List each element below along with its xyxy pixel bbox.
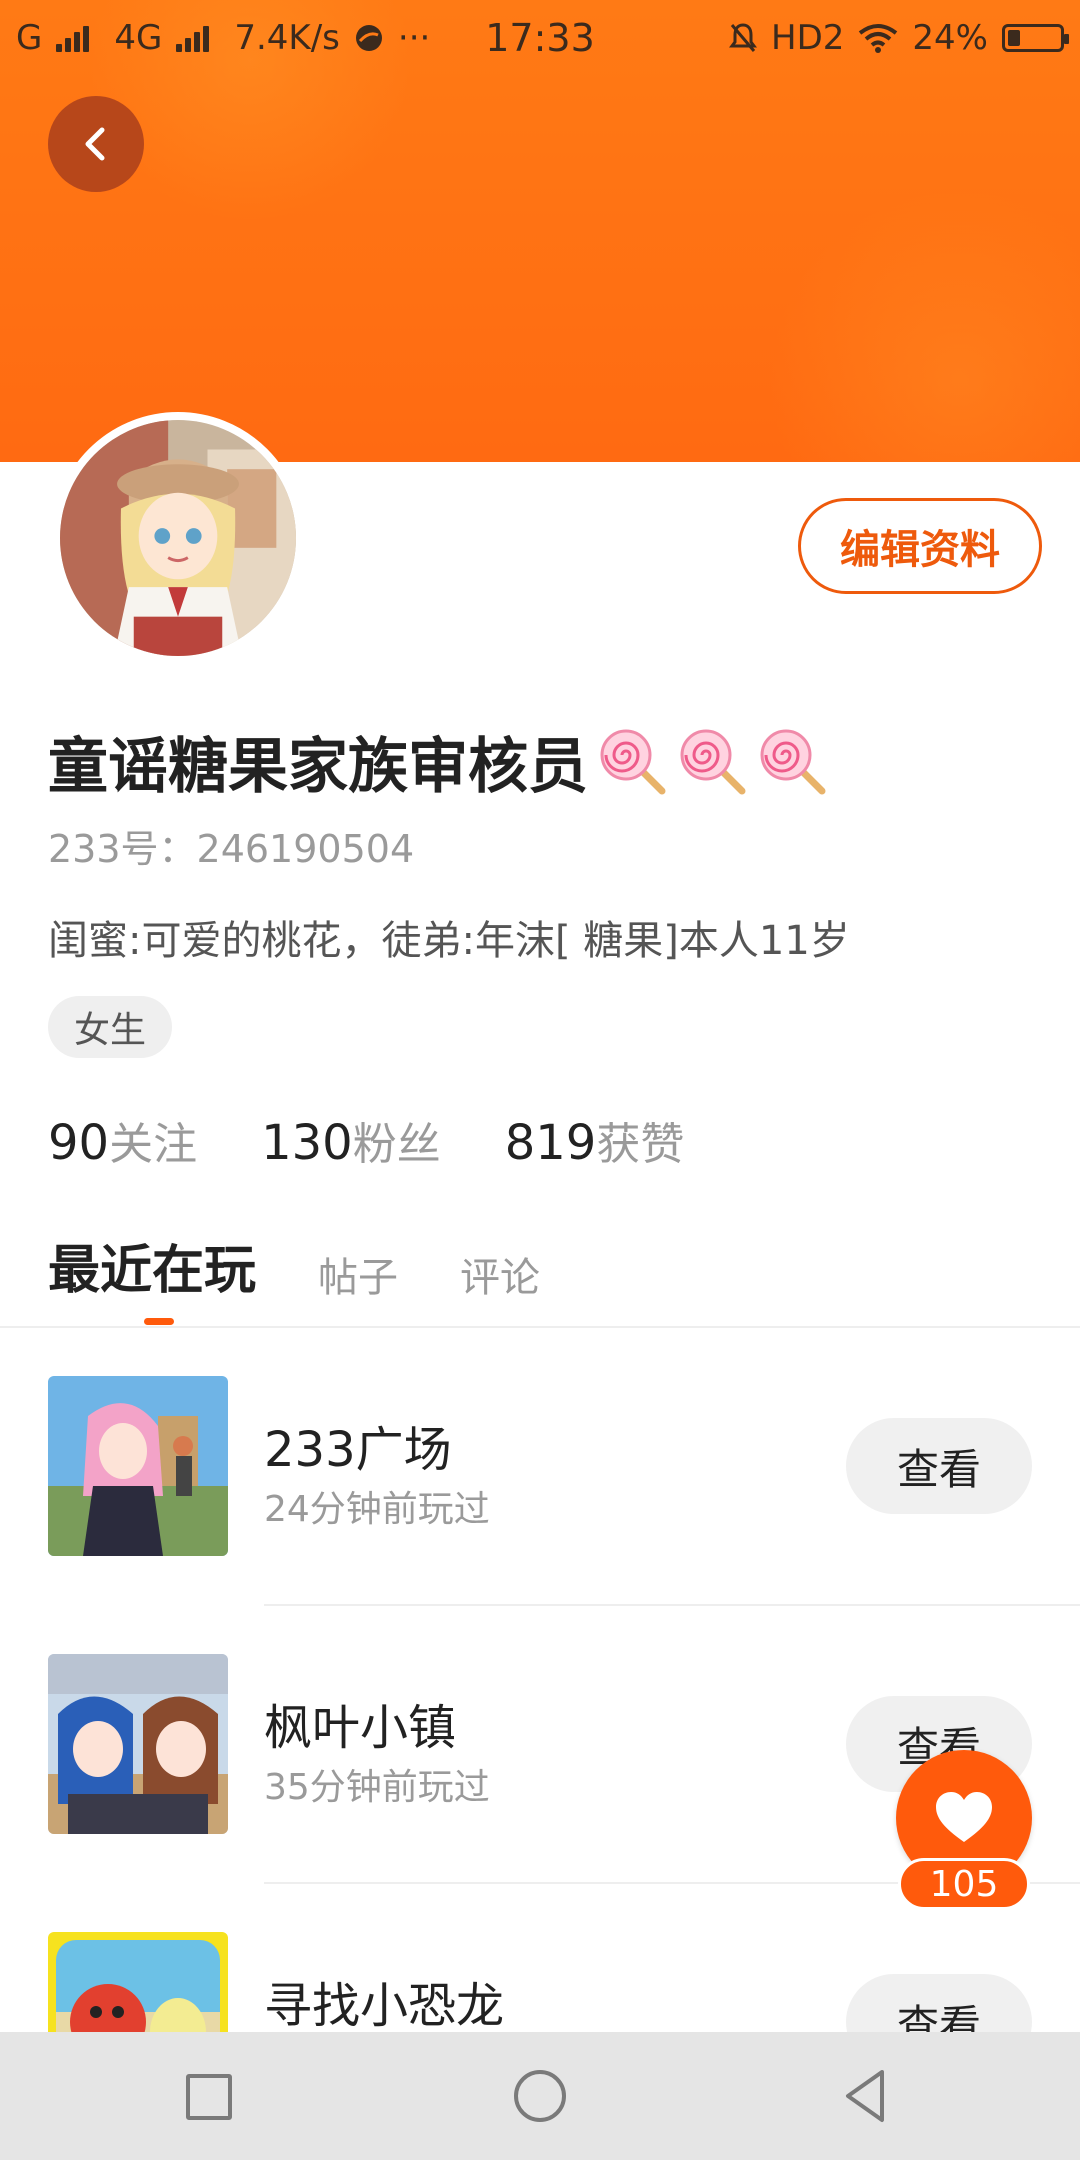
tab-comments[interactable]: 评论: [460, 1245, 540, 1303]
list-divider: [264, 1604, 1080, 1606]
heart-icon: [936, 1792, 992, 1842]
view-game-button[interactable]: 查看: [846, 1418, 1032, 1514]
lollipop-icon: [760, 729, 826, 794]
stat-num: 90: [48, 1115, 110, 1171]
game-title[interactable]: 233广场: [264, 1410, 452, 1480]
avatar[interactable]: [52, 412, 304, 664]
stat-label: 获赞: [596, 1119, 685, 1170]
game-1-image: [48, 1376, 228, 1556]
circle-nav-icon[interactable]: [514, 2070, 566, 2122]
tab-posts[interactable]: 帖子: [318, 1245, 398, 1303]
profile-tabs: 最近在玩 帖子 评论: [48, 1228, 540, 1303]
stat-num: 819: [504, 1115, 597, 1171]
status-bar: G 4G 7.4K/s ··· 17:33 HD2 24%: [0, 0, 1080, 76]
account-id: 233号：246190504: [48, 827, 415, 871]
edit-profile-button[interactable]: 编辑资料: [798, 498, 1042, 594]
gender-tag: 女生: [48, 996, 173, 1058]
stat-label: 粉丝: [352, 1119, 441, 1170]
tab-recently-played[interactable]: 最近在玩: [48, 1228, 256, 1303]
system-navigation-bar: [0, 2032, 1080, 2160]
square-nav-icon[interactable]: [186, 2074, 232, 2120]
stat-following[interactable]: 90关注: [48, 1108, 197, 1172]
mute-bell-icon: [729, 23, 758, 52]
game-played-time: 35分钟前玩过: [264, 1767, 490, 1808]
profile-nickname: 童谣糖果家族审核员: [48, 718, 828, 805]
battery-icon: [1002, 24, 1069, 52]
nickname-text: 童谣糖果家族审核员: [48, 732, 588, 802]
game-title[interactable]: 寻找小恐龙: [264, 1966, 504, 2036]
game-thumbnail[interactable]: [48, 1376, 228, 1556]
game-played-time: 24分钟前玩过: [264, 1489, 490, 1530]
stat-followers[interactable]: 130粉丝: [261, 1108, 441, 1172]
back-button[interactable]: [48, 96, 144, 192]
hd-label: HD2: [771, 18, 845, 58]
lollipop-icon: [680, 729, 746, 794]
stat-label: 关注: [109, 1119, 198, 1170]
game-thumbnail[interactable]: [48, 1654, 228, 1834]
wifi-icon: [859, 24, 898, 53]
stat-num: 130: [261, 1115, 353, 1171]
battery-percent: 24%: [912, 18, 988, 58]
game-title[interactable]: 枫叶小镇: [264, 1688, 456, 1758]
game-2-image: [48, 1654, 228, 1834]
like-count: 105: [898, 1858, 1030, 1910]
tab-active-indicator: [144, 1318, 174, 1325]
stat-likes[interactable]: 819获赞: [505, 1108, 685, 1172]
avatar-image: [60, 420, 296, 656]
lollipop-icon: [600, 729, 666, 794]
triangle-back-nav-icon[interactable]: [842, 2068, 888, 2124]
tab-divider: [0, 1326, 1080, 1328]
back-arrow-icon: [85, 127, 105, 161]
profile-stats: 90关注 130粉丝 819获赞: [48, 1108, 684, 1172]
profile-bio: 闺蜜:可爱的桃花，徒弟:年沫[ 糖果]本人11岁: [48, 918, 850, 964]
